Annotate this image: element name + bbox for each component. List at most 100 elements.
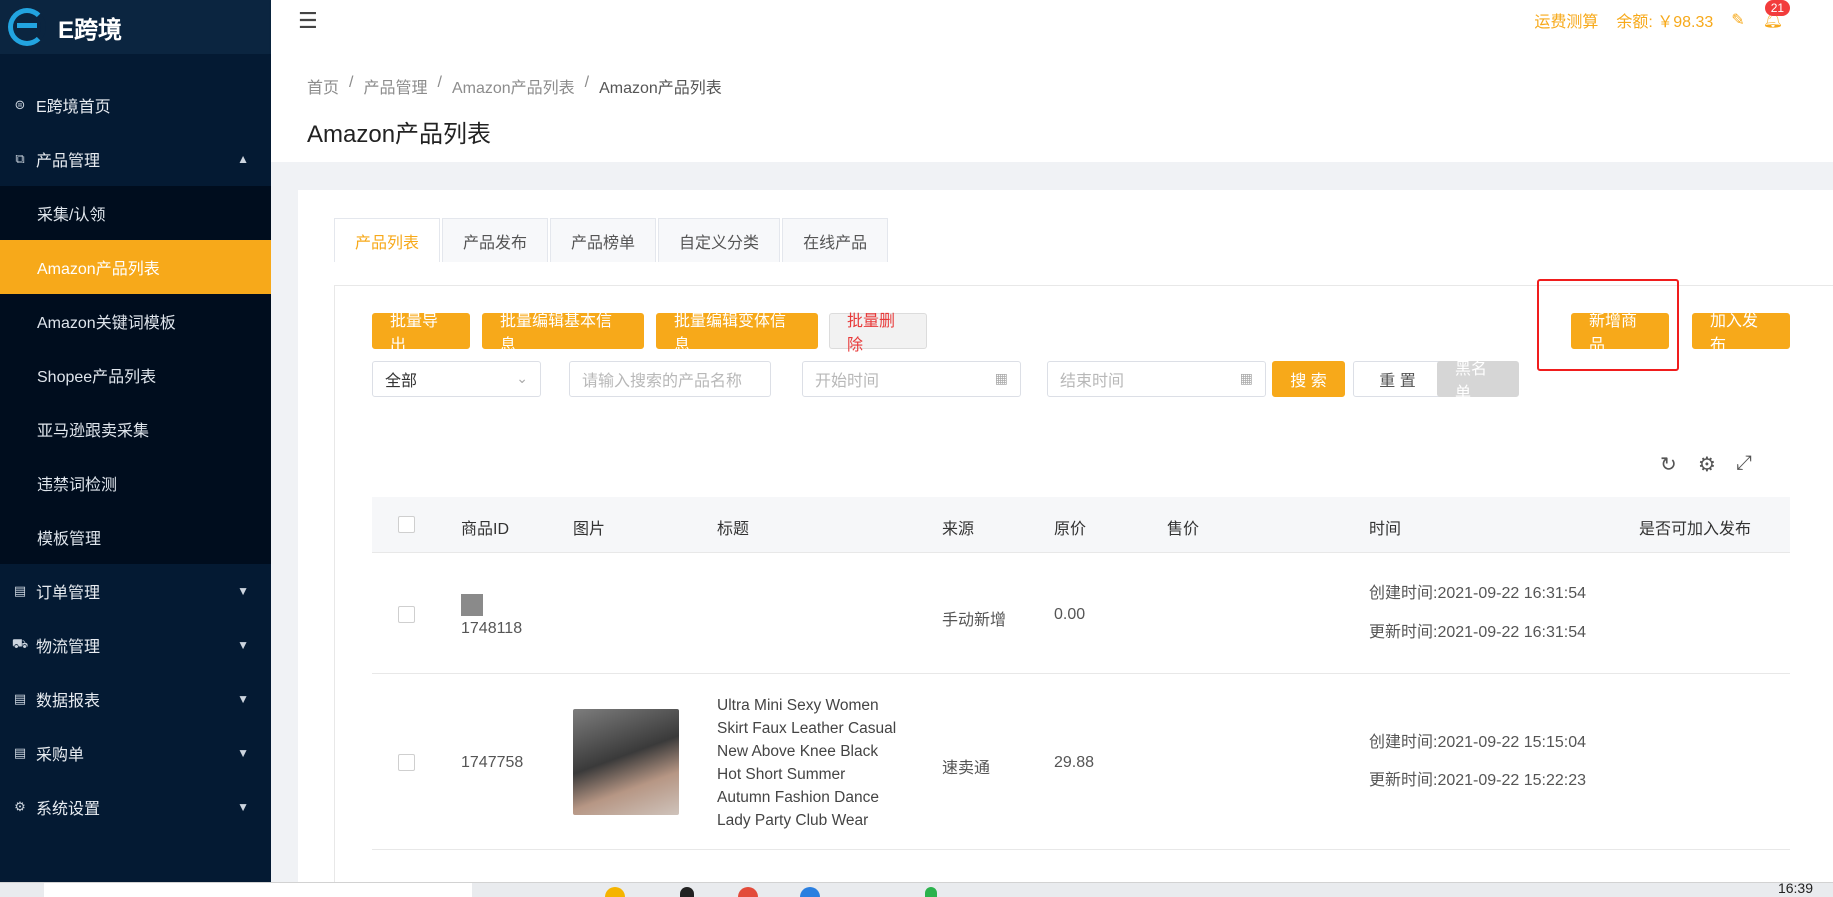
sidebar-item-label: 系统设置 xyxy=(36,801,101,818)
tab-bar: 产品列表 产品发布 产品榜单 自定义分类 在线产品 xyxy=(334,218,890,262)
taskbar-search[interactable] xyxy=(44,883,472,897)
taskbar-app-icon[interactable] xyxy=(925,887,937,897)
blacklist-button[interactable]: 黑名单 xyxy=(1437,361,1519,402)
sidebar-item-logistics[interactable]: ⛟ 物流管理 ▼ xyxy=(0,618,271,672)
menu-toggle-icon[interactable]: ☰ xyxy=(298,8,318,34)
chevron-down-icon: ▼ xyxy=(237,746,249,760)
title-line: Hot Short Summer xyxy=(717,766,846,783)
start-date-placeholder: 开始时间 xyxy=(815,373,880,390)
product-source: 速卖通 xyxy=(942,760,991,777)
end-date-input[interactable]: 结束时间 ▦ xyxy=(1047,361,1266,397)
sidebar-subitem-templates[interactable]: 模板管理 xyxy=(0,510,271,564)
product-price: 29.88 xyxy=(1054,754,1095,771)
taskbar-app-icon[interactable] xyxy=(738,887,758,897)
column-header-publishable: 是否可加入发布 xyxy=(1639,521,1752,538)
tab-online-products[interactable]: 在线产品 xyxy=(782,218,889,262)
logo-text: E跨境 xyxy=(58,16,123,44)
category-select[interactable]: 全部 ⌄ xyxy=(372,361,541,397)
sidebar-item-home[interactable]: ⊜ E跨境首页 xyxy=(0,78,271,132)
column-header-id[interactable]: 商品ID xyxy=(461,515,509,539)
product-submenu: 采集/认领 Amazon产品列表 Amazon关键词模板 Shopee产品列表 … xyxy=(0,186,271,564)
report-icon: ▤ xyxy=(13,691,27,706)
sidebar-subitem-amazon-products[interactable]: Amazon产品列表 xyxy=(0,240,271,294)
product-title[interactable]: Ultra Mini Sexy Women Skirt Faux Leather… xyxy=(717,694,897,832)
product-id: 1748118 xyxy=(461,620,523,637)
breadcrumb-product-management[interactable]: 产品管理 xyxy=(363,74,427,98)
tab-product-publish[interactable]: 产品发布 xyxy=(442,218,549,262)
select-all-checkbox[interactable] xyxy=(398,516,415,533)
batch-edit-basic-button[interactable]: 批量编辑基本信息 xyxy=(482,313,644,354)
product-name-input[interactable]: 请输入搜索的产品名称 xyxy=(569,361,771,397)
title-line: Autumn Fashion Dance xyxy=(717,789,879,806)
table-row: 1747758 Ultra Mini Sexy Women Skirt Faux… xyxy=(372,675,1790,850)
chevron-up-icon: ▲ xyxy=(237,152,249,166)
sidebar-subitem-shopee-products[interactable]: Shopee产品列表 xyxy=(0,348,271,402)
end-date-placeholder: 结束时间 xyxy=(1060,373,1125,390)
chevron-down-icon: ▼ xyxy=(237,638,249,652)
sidebar-subitem-label: 采集/认领 xyxy=(37,207,106,224)
taskbar: 16:39 xyxy=(0,880,1833,897)
sidebar-subitem-banned-words[interactable]: 违禁词检测 xyxy=(0,456,271,510)
purchase-icon: ▤ xyxy=(13,745,27,760)
sidebar-item-product-management[interactable]: ⧉ 产品管理 ▲ xyxy=(0,132,271,186)
reset-button[interactable]: 重 置 xyxy=(1353,361,1442,397)
taskbar-app-icon[interactable] xyxy=(800,887,820,897)
sidebar-subitem-amazon-follow[interactable]: 亚马逊跟卖采集 xyxy=(0,402,271,456)
column-header-time: 时间 xyxy=(1369,521,1402,538)
taskbar-app-icon[interactable] xyxy=(605,887,625,897)
sidebar-item-settings[interactable]: ⚙ 系统设置 ▼ xyxy=(0,780,271,834)
breadcrumb-home[interactable]: 首页 xyxy=(307,74,339,98)
tab-product-list[interactable]: 产品列表 xyxy=(334,218,441,262)
title-line: Skirt Faux Leather Casual xyxy=(717,720,897,737)
start-date-input[interactable]: 开始时间 ▦ xyxy=(802,361,1021,397)
sidebar-subitem-label: 亚马逊跟卖采集 xyxy=(37,423,150,440)
edit-icon[interactable]: ✎ xyxy=(1731,10,1744,30)
tab-product-ranking[interactable]: 产品榜单 xyxy=(550,218,657,262)
sidebar-subitem-label: Shopee产品列表 xyxy=(37,369,157,386)
add-to-publish-button[interactable]: 加入发布 xyxy=(1692,313,1790,354)
batch-export-button[interactable]: 批量导出 xyxy=(372,313,470,354)
sidebar-subitem-label: Amazon关键词模板 xyxy=(37,315,176,332)
settings-icon[interactable]: ⚙ xyxy=(1698,452,1716,477)
product-image[interactable] xyxy=(573,709,679,815)
freight-calc-link[interactable]: 运费测算 xyxy=(1534,8,1598,32)
row-checkbox[interactable] xyxy=(398,606,415,623)
fullscreen-icon[interactable]: ⤢ xyxy=(1736,452,1752,475)
breadcrumb-amazon-list[interactable]: Amazon产品列表 xyxy=(452,74,575,98)
batch-edit-variant-button[interactable]: 批量编辑变体信息 xyxy=(656,313,818,354)
product-id: 1747758 xyxy=(461,754,524,771)
highlight-box xyxy=(1537,279,1679,371)
taskbar-app-icon[interactable] xyxy=(680,887,694,897)
sidebar-item-label: 数据报表 xyxy=(36,693,101,710)
breadcrumb-separator: / xyxy=(349,74,354,91)
sidebar-item-label: 采购单 xyxy=(36,747,85,764)
sidebar-subitem-label: 模板管理 xyxy=(37,531,102,548)
product-price: 0.00 xyxy=(1054,606,1086,623)
tab-custom-category[interactable]: 自定义分类 xyxy=(658,218,781,262)
sidebar-item-label: E跨境首页 xyxy=(36,99,111,116)
sidebar-item-orders[interactable]: ▤ 订单管理 ▼ xyxy=(0,564,271,618)
updated-time: 更新时间:2021-09-22 15:22:23 xyxy=(1369,772,1587,789)
sidebar-item-label: 产品管理 xyxy=(36,153,101,170)
batch-delete-button[interactable]: 批量删除 xyxy=(829,313,927,354)
page-header: 首页 / 产品管理 / Amazon产品列表 / Amazon产品列表 Amazon产… xyxy=(271,54,1833,162)
column-header-sale-price: 售价 xyxy=(1167,521,1200,538)
sidebar-subitem-amazon-keywords[interactable]: Amazon关键词模板 xyxy=(0,294,271,348)
truck-icon: ⛟ xyxy=(11,636,29,651)
sidebar-item-purchase[interactable]: ▤ 采购单 ▼ xyxy=(0,726,271,780)
calendar-icon: ▦ xyxy=(1239,370,1253,386)
logo[interactable]: E跨境 xyxy=(0,0,271,54)
refresh-icon[interactable]: ↻ xyxy=(1660,452,1677,477)
sidebar-item-label: 订单管理 xyxy=(36,585,101,602)
search-button[interactable]: 搜 索 xyxy=(1272,361,1345,397)
header-actions: 运费测算 余额: ￥98.33 ✎ 🔔︎ 21 xyxy=(1534,0,1791,32)
sidebar: E跨境 ⊜ E跨境首页 ⧉ 产品管理 ▲ 采集/认领 Amazon产品列表 Am… xyxy=(0,0,271,897)
sidebar-item-reports[interactable]: ▤ 数据报表 ▼ xyxy=(0,672,271,726)
sidebar-subitem-collect[interactable]: 采集/认领 xyxy=(0,186,271,240)
notification-badge: 21 xyxy=(1764,0,1791,16)
table-header: 商品ID 图片 标题 来源 原价 售价 时间 是否可加入发布 xyxy=(372,497,1790,553)
column-header-price: 原价 xyxy=(1054,521,1087,538)
product-thumbnail[interactable] xyxy=(461,594,483,616)
row-checkbox[interactable] xyxy=(398,754,415,771)
bell-icon[interactable]: 🔔︎ 21 xyxy=(1763,0,1791,30)
